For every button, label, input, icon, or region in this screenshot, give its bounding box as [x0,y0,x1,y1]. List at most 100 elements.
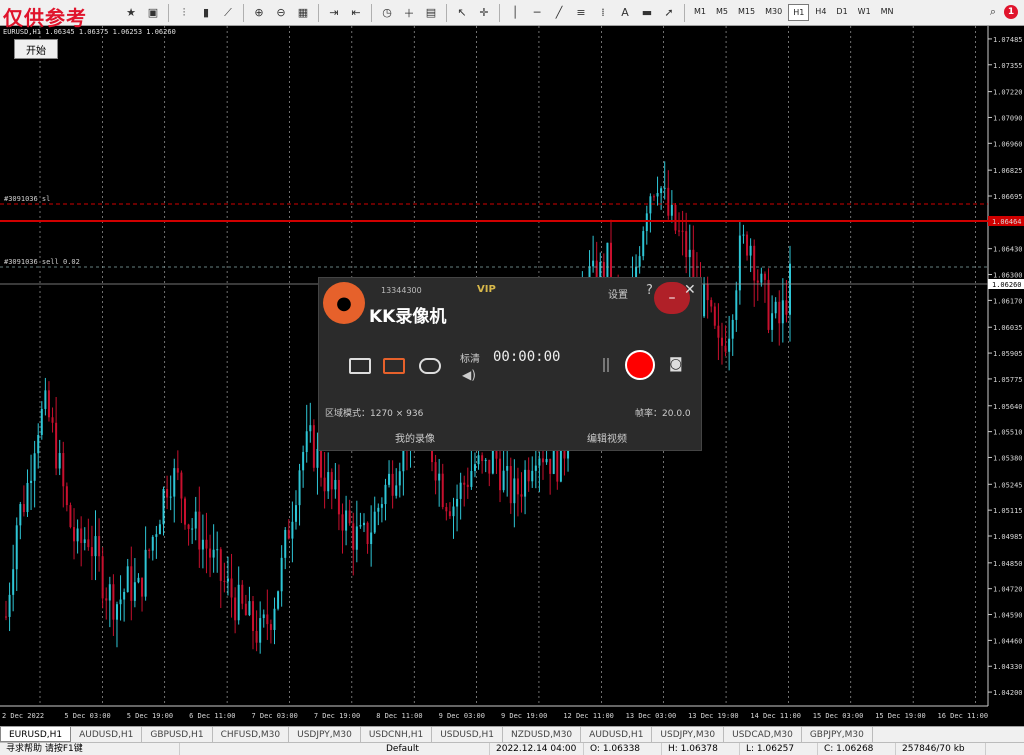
chart-tab[interactable]: EURUSD,H1 [0,727,72,742]
volume-icon[interactable]: ◀) [462,368,476,382]
candle-body [724,345,727,352]
x-tick-label: 15 Dec 03:00 [813,712,864,720]
chart-tab[interactable]: USDJPY,M30 [652,727,725,742]
candle-body [534,465,537,471]
cursor-icon[interactable]: ↖ [453,4,471,22]
kk-vip[interactable]: VIP [477,284,496,295]
y-tick-label: 1.05905 [993,350,1023,358]
timeframe-buttons: M1 M5 M15 M30 H1 H4 D1 W1 MN [689,4,899,21]
y-tick-label: 1.06170 [993,297,1023,305]
x-tick-label: 13 Dec 19:00 [688,712,739,720]
help-icon[interactable]: ? [646,283,653,298]
candle-body [738,235,741,291]
candle-body [76,528,79,542]
label-icon[interactable]: ▬ [638,4,656,22]
chart-tab[interactable]: NZDUSD,M30 [503,727,582,742]
candle-body [473,464,476,471]
zoom-in-icon[interactable]: ⊕ [250,4,268,22]
timeframe-mn[interactable]: MN [877,4,898,21]
clock-icon[interactable]: ◷ [378,4,396,22]
tile-icon[interactable]: ▦ [294,4,312,22]
chart-tab[interactable]: GBPJPY,M30 [802,727,873,742]
star-icon[interactable]: ★ [122,4,140,22]
candle-body [166,489,169,498]
region-mode-icon[interactable] [383,358,405,374]
arrow-icon[interactable]: ➚ [660,4,678,22]
fibo-icon[interactable]: ⁞ [594,4,612,22]
y-tick-label: 1.07485 [993,36,1023,44]
chart-tab[interactable]: CHFUSD,M30 [213,727,290,742]
chart-tab[interactable]: USDJPY,M30 [289,727,361,742]
candle-body [491,447,494,474]
crosshair-icon[interactable]: ✛ [475,4,493,22]
candle-body [241,584,244,604]
chart-tab[interactable]: USDUSD,H1 [432,727,504,742]
timeframe-h1[interactable]: H1 [788,4,810,21]
candle-body [69,505,72,528]
indicators-icon[interactable]: ＋ [400,4,418,22]
timeframe-w1[interactable]: W1 [854,4,875,21]
candle-body [216,549,219,551]
timeframe-m15[interactable]: M15 [734,4,759,21]
candle-body [248,601,251,616]
main-toolbar: ★ ▣ ⫶ ▮ ⟋ ⊕ ⊖ ▦ ⇥ ⇤ ◷ ＋ ▤ ↖ ✛ │ ─ ╱ ≡ ⁞ … [0,0,1024,30]
hline-icon[interactable]: ─ [528,4,546,22]
kk-settings-link[interactable]: 设置 [608,286,628,301]
vline-icon[interactable]: │ [506,4,524,22]
candle-body [101,556,104,599]
candle-body [638,256,641,267]
chart-tab[interactable]: USDCAD,M30 [724,727,802,742]
zoom-out-icon[interactable]: ⊖ [272,4,290,22]
x-tick-label: 13 Dec 03:00 [626,712,677,720]
y-tick-label: 1.04590 [993,612,1023,620]
pause-icon[interactable] [603,358,609,372]
game-mode-icon[interactable] [419,358,441,374]
candle-body [158,524,161,535]
notification-badge[interactable]: 1 [1004,5,1018,19]
chart-shift-icon[interactable]: ⇤ [347,4,365,22]
candlestick-icon[interactable]: ▮ [197,4,215,22]
candle-body [273,608,276,630]
close-icon[interactable]: ✕ [684,282,696,298]
chart-tab[interactable]: AUDUSD,H1 [71,727,143,742]
screenshot-icon[interactable]: ◙ [669,356,683,372]
candle-body [592,260,595,267]
templates-icon[interactable]: ▤ [422,4,440,22]
timeframe-d1[interactable]: D1 [832,4,851,21]
timeframe-m5[interactable]: M5 [712,4,732,21]
record-button[interactable] [625,350,655,380]
search-icon[interactable]: ⌕ [984,3,1002,21]
chart-tab[interactable]: AUDUSD,H1 [581,727,653,742]
candle-body [65,486,68,506]
autoscroll-icon[interactable]: ⇥ [325,4,343,22]
candle-body [26,482,29,513]
fullscreen-mode-icon[interactable] [349,358,371,374]
candle-body [219,549,222,581]
quality-label[interactable]: 标清 [460,350,480,365]
window-icon[interactable]: ▣ [144,4,162,22]
my-videos-link[interactable]: 我的录像 [395,430,435,445]
status-bar: 寻求帮助 请按F1键 Default 2022.12.14 04:00 O: 1… [0,742,1024,755]
chart-tab[interactable]: USDCNH,H1 [361,727,433,742]
y-tick-label: 1.06300 [993,272,1023,280]
candle-body [73,527,76,542]
timeframe-m1[interactable]: M1 [690,4,710,21]
kk-user[interactable]: 13344300 [381,286,422,295]
edit-video-link[interactable]: 编辑视频 [587,430,627,445]
candle-body [126,566,129,592]
chart-tab[interactable]: GBPUSD,H1 [142,727,213,742]
candle-body [334,479,337,490]
timeframe-m30[interactable]: M30 [761,4,786,21]
candle-body [531,470,534,482]
y-tick-label: 1.04460 [993,637,1023,645]
candle-body [509,466,512,504]
line-chart-icon[interactable]: ⟋ [219,4,237,22]
candle-body [760,273,763,283]
channel-icon[interactable]: ≡ [572,4,590,22]
trendline-icon[interactable]: ╱ [550,4,568,22]
bar-chart-icon[interactable]: ⫶ [175,4,193,22]
text-icon[interactable]: A [616,4,634,22]
timeframe-h4[interactable]: H4 [811,4,830,21]
candle-body [5,616,7,618]
start-button[interactable]: 开始 [14,39,58,59]
